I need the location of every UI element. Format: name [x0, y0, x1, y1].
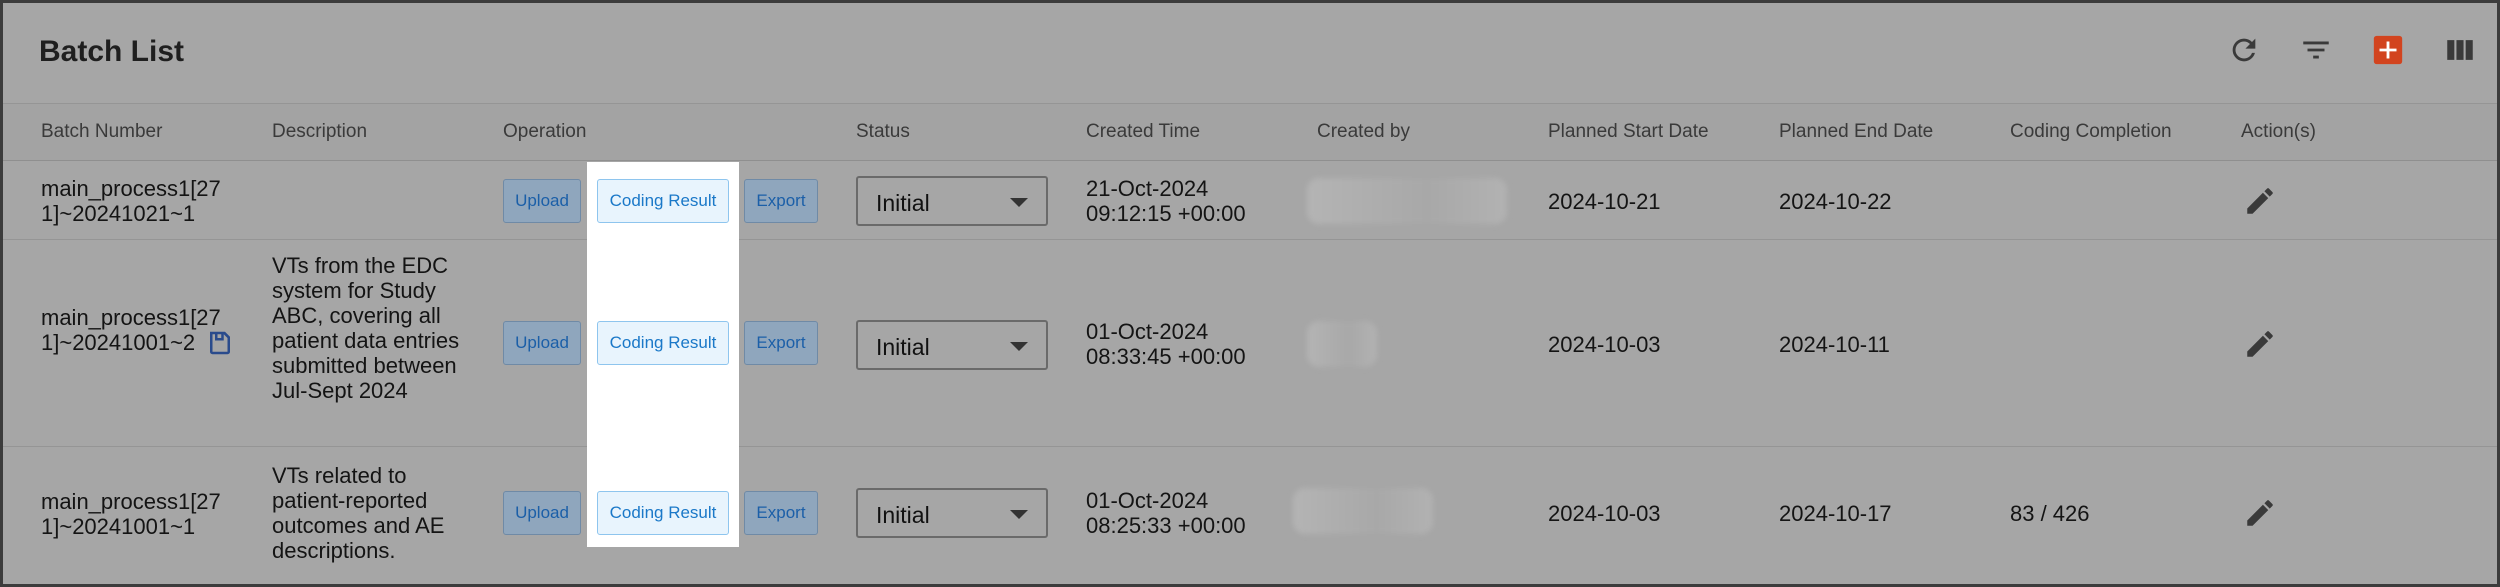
- status-select[interactable]: Initial: [856, 320, 1048, 370]
- columns-icon[interactable]: [2443, 33, 2477, 67]
- coding-result-button[interactable]: Coding Result: [597, 321, 729, 365]
- upload-button[interactable]: Upload: [503, 179, 581, 223]
- header-operation: Operation: [503, 121, 587, 142]
- edit-icon[interactable]: [2243, 496, 2277, 530]
- batch-number: main_process1[271]~20241001~1: [41, 489, 221, 539]
- planned-start-date: 2024-10-03: [1548, 501, 1661, 526]
- refresh-icon[interactable]: [2227, 33, 2261, 67]
- planned-end-date: 2024-10-22: [1779, 189, 1892, 214]
- table-header: Batch Number Description Operation Statu…: [3, 103, 2497, 161]
- chevron-down-icon: [1010, 198, 1028, 207]
- created-date: 01-Oct-2024: [1086, 488, 1209, 513]
- description: VTs related to patient-reported outcomes…: [272, 463, 445, 563]
- created-date: 01-Oct-2024: [1086, 319, 1209, 344]
- table-row: main_process1[271]~20241021~1 Upload Exp…: [3, 162, 2497, 240]
- header-actions: Action(s): [2241, 121, 2316, 142]
- coding-result-button[interactable]: Coding Result: [597, 179, 729, 223]
- add-icon[interactable]: [2371, 33, 2405, 67]
- header-planned-start[interactable]: Planned Start Date: [1548, 121, 1709, 143]
- header-batch-number[interactable]: Batch Number: [41, 121, 162, 143]
- planned-start-date: 2024-10-21: [1548, 189, 1661, 214]
- planned-end-date: 2024-10-11: [1779, 332, 1890, 357]
- save-icon[interactable]: [205, 328, 235, 358]
- status-value: Initial: [876, 190, 930, 216]
- created-date: 21-Oct-2024: [1086, 176, 1209, 201]
- created-time: 01-Oct-2024 08:25:33 +00:00: [1086, 488, 1286, 538]
- header-description[interactable]: Description: [272, 121, 367, 143]
- batch-number: main_process1[271]~20241021~1: [41, 176, 221, 226]
- planned-start-date: 2024-10-03: [1548, 332, 1661, 357]
- header-created-by[interactable]: Created by: [1317, 121, 1410, 143]
- header: Batch List: [3, 3, 2497, 103]
- edit-icon[interactable]: [2243, 327, 2277, 361]
- upload-button[interactable]: Upload: [503, 491, 581, 535]
- edit-icon[interactable]: [2243, 184, 2277, 218]
- created-by-redacted: [1307, 178, 1507, 224]
- coding-result-button[interactable]: Coding Result: [597, 491, 729, 535]
- export-button[interactable]: Export: [744, 321, 818, 365]
- batch-list-panel: Batch List Batch Number Description Oper…: [0, 0, 2500, 587]
- created-by-redacted: [1307, 321, 1377, 367]
- created-time: 01-Oct-2024 08:33:45 +00:00: [1086, 319, 1286, 369]
- coding-completion: 83 / 426: [2010, 501, 2090, 526]
- chevron-down-icon: [1010, 342, 1028, 351]
- table-row: main_process1[271]~20241001~2 VTs from t…: [3, 241, 2497, 447]
- toolbar: [2227, 33, 2477, 67]
- upload-button[interactable]: Upload: [503, 321, 581, 365]
- export-button[interactable]: Export: [744, 179, 818, 223]
- header-coding-completion[interactable]: Coding Completion: [2010, 121, 2172, 143]
- status-value: Initial: [876, 502, 930, 528]
- created-time: 21-Oct-2024 09:12:15 +00:00: [1086, 176, 1286, 226]
- created-clock: 09:12:15 +00:00: [1086, 201, 1246, 226]
- header-created-time[interactable]: Created Time: [1086, 121, 1200, 143]
- planned-end-date: 2024-10-17: [1779, 501, 1892, 526]
- filter-icon[interactable]: [2299, 33, 2333, 67]
- export-button[interactable]: Export: [744, 491, 818, 535]
- header-planned-end[interactable]: Planned End Date: [1779, 121, 1933, 143]
- status-select[interactable]: Initial: [856, 176, 1048, 226]
- table-row: main_process1[271]~20241001~1 VTs relate…: [3, 448, 2497, 580]
- created-clock: 08:33:45 +00:00: [1086, 344, 1246, 369]
- created-clock: 08:25:33 +00:00: [1086, 513, 1246, 538]
- status-select[interactable]: Initial: [856, 488, 1048, 538]
- created-by-redacted: [1293, 488, 1433, 534]
- page-title: Batch List: [39, 35, 185, 68]
- header-status[interactable]: Status: [856, 121, 910, 143]
- status-value: Initial: [876, 334, 930, 360]
- batch-number: main_process1[271]~20241001~2: [41, 305, 221, 355]
- chevron-down-icon: [1010, 510, 1028, 519]
- description: VTs from the EDC system for Study ABC, c…: [272, 253, 460, 403]
